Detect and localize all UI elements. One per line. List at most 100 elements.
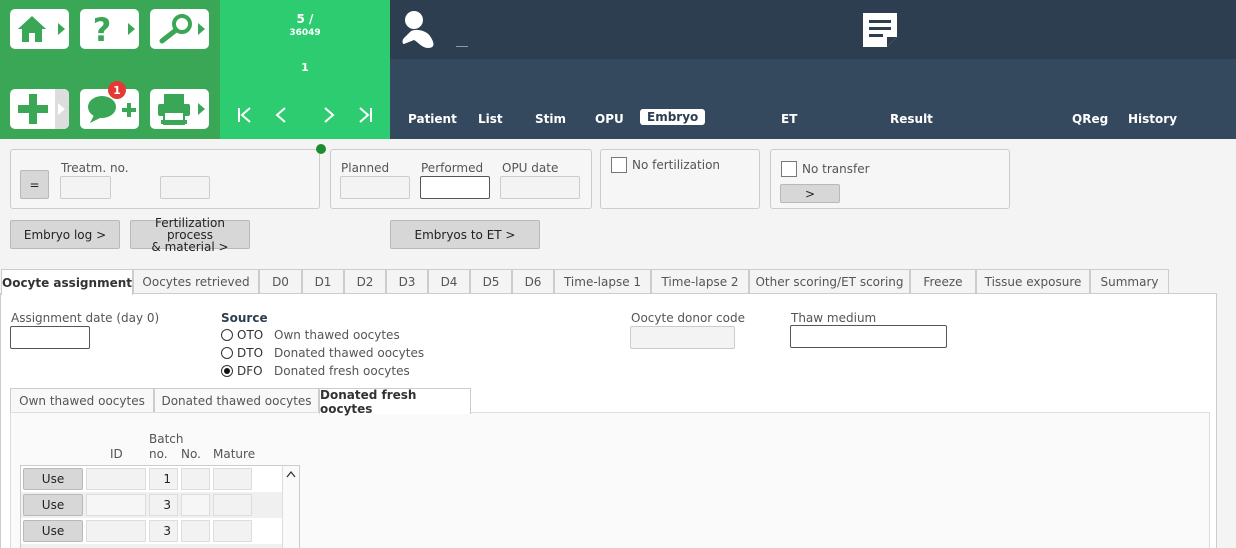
table-scrollbar[interactable] bbox=[282, 466, 299, 548]
source-oto-radio[interactable] bbox=[221, 329, 233, 341]
tab-stim[interactable]: Stim bbox=[535, 112, 566, 126]
scroll-up-icon[interactable] bbox=[286, 470, 296, 478]
performed-label: Performed bbox=[421, 161, 484, 175]
thaw-medium-input[interactable] bbox=[790, 325, 947, 348]
nav-last-button[interactable] bbox=[357, 106, 373, 124]
add-button[interactable] bbox=[10, 89, 69, 129]
source-dto-radio[interactable] bbox=[221, 347, 233, 359]
tab-other-scoring[interactable]: Other scoring/ET scoring bbox=[749, 269, 910, 294]
tab-d6[interactable]: D6 bbox=[512, 269, 554, 294]
subtab-own-thawed[interactable]: Own thawed oocytes bbox=[10, 388, 154, 413]
row-batch[interactable]: 3 bbox=[149, 520, 178, 542]
row-id[interactable] bbox=[86, 494, 146, 516]
nav-next-button[interactable] bbox=[322, 106, 336, 124]
opu-date-label: OPU date bbox=[502, 161, 559, 175]
row-id[interactable] bbox=[86, 520, 146, 542]
tab-time-lapse-2[interactable]: Time-lapse 2 bbox=[651, 269, 749, 294]
row-no[interactable] bbox=[181, 494, 210, 516]
tab-d0[interactable]: D0 bbox=[259, 269, 302, 294]
embryos-to-et-button[interactable]: Embryos to ET > bbox=[390, 220, 540, 249]
subtab-donated-thawed[interactable]: Donated thawed oocytes bbox=[154, 388, 319, 413]
fert-btn-line2: & material > bbox=[151, 239, 229, 254]
source-oto-code: OTO bbox=[237, 328, 264, 342]
tab-patient[interactable]: Patient bbox=[408, 112, 457, 126]
home-button[interactable] bbox=[10, 9, 69, 49]
tab-tissue-exposure[interactable]: Tissue exposure bbox=[976, 269, 1090, 294]
opu-date-input[interactable] bbox=[500, 176, 580, 199]
no-transfer-button[interactable]: > bbox=[780, 184, 840, 203]
tab-d3[interactable]: D3 bbox=[386, 269, 428, 294]
tab-d5[interactable]: D5 bbox=[470, 269, 512, 294]
baby-icon bbox=[402, 11, 434, 48]
search-button[interactable] bbox=[150, 9, 209, 49]
source-label: Source bbox=[221, 311, 268, 325]
no-transfer-label: No transfer bbox=[802, 162, 870, 176]
source-dfo-radio[interactable] bbox=[221, 365, 233, 377]
tab-history[interactable]: History bbox=[1128, 112, 1177, 126]
embryo-log-button[interactable]: Embryo log > bbox=[10, 220, 120, 249]
tab-oocytes-retrieved[interactable]: Oocytes retrieved bbox=[133, 269, 259, 294]
row-batch[interactable]: 1 bbox=[149, 468, 178, 490]
tab-embryo[interactable]: Embryo bbox=[640, 109, 706, 125]
tab-time-lapse-1[interactable]: Time-lapse 1 bbox=[554, 269, 651, 294]
fertilization-process-button[interactable]: Fertilization process & material > bbox=[130, 217, 250, 253]
row-id[interactable] bbox=[86, 468, 146, 490]
source-oto-desc: Own thawed oocytes bbox=[274, 328, 400, 342]
use-button[interactable]: Use bbox=[23, 494, 83, 516]
source-dfo-code: DFO bbox=[237, 364, 263, 378]
header-top-bar bbox=[390, 0, 1236, 59]
row-no[interactable] bbox=[181, 468, 210, 490]
row-mature[interactable] bbox=[213, 468, 252, 490]
row-mature[interactable] bbox=[213, 520, 252, 542]
home-icon bbox=[18, 16, 46, 42]
tab-qreg[interactable]: QReg bbox=[1072, 112, 1108, 126]
source-dto-desc: Donated thawed oocytes bbox=[274, 346, 425, 360]
tab-summary[interactable]: Summary bbox=[1090, 269, 1169, 294]
row-mature[interactable] bbox=[213, 494, 252, 516]
donor-code-label: Oocyte donor code bbox=[631, 311, 745, 325]
col-id: ID bbox=[110, 447, 123, 461]
treatm-no-input[interactable] bbox=[60, 176, 111, 199]
tab-opu[interactable]: OPU bbox=[595, 112, 624, 126]
tab-freeze[interactable]: Freeze bbox=[910, 269, 976, 294]
status-dot bbox=[316, 144, 326, 154]
assignment-date-label: Assignment date (day 0) bbox=[11, 311, 160, 325]
treatm-no-input-2[interactable] bbox=[160, 176, 210, 199]
no-transfer-checkbox[interactable] bbox=[781, 161, 797, 177]
tab-list[interactable]: List bbox=[478, 112, 503, 126]
tab-d2[interactable]: D2 bbox=[344, 269, 386, 294]
table-row-partial bbox=[21, 544, 282, 548]
equals-button[interactable]: = bbox=[20, 170, 49, 199]
col-no: No. bbox=[181, 447, 201, 461]
help-button[interactable]: ? bbox=[80, 9, 139, 49]
thaw-medium-label: Thaw medium bbox=[791, 311, 877, 325]
row-no[interactable] bbox=[181, 520, 210, 542]
tab-d4[interactable]: D4 bbox=[428, 269, 470, 294]
note-icon[interactable] bbox=[860, 10, 900, 50]
use-button[interactable]: Use bbox=[23, 468, 83, 490]
print-button[interactable] bbox=[150, 89, 209, 129]
row-batch[interactable]: 3 bbox=[149, 494, 178, 516]
record-counter: 5 / bbox=[296, 12, 314, 26]
header-tab-bar bbox=[390, 59, 1236, 139]
tab-result[interactable]: Result bbox=[890, 112, 933, 126]
plus-icon bbox=[18, 94, 48, 124]
tab-oocyte-assignment[interactable]: Oocyte assignment bbox=[1, 269, 133, 295]
printer-icon bbox=[158, 94, 190, 125]
record-total: 36049 bbox=[289, 28, 321, 38]
no-fertilization-checkbox[interactable] bbox=[611, 157, 627, 173]
assignment-date-input[interactable] bbox=[10, 326, 90, 349]
planned-input[interactable] bbox=[340, 176, 410, 199]
source-dfo-desc: Donated fresh oocytes bbox=[274, 364, 410, 378]
subtab-donated-fresh[interactable]: Donated fresh oocytes bbox=[319, 388, 471, 416]
source-dto-code: DTO bbox=[237, 346, 264, 360]
tab-d1[interactable]: D1 bbox=[302, 269, 344, 294]
donor-code-input[interactable] bbox=[630, 326, 735, 349]
nav-prev-button[interactable] bbox=[274, 106, 288, 124]
planned-label: Planned bbox=[341, 161, 390, 175]
tab-et[interactable]: ET bbox=[781, 112, 797, 126]
use-button[interactable]: Use bbox=[23, 520, 83, 542]
nav-first-button[interactable] bbox=[237, 106, 253, 124]
no-fertilization-label: No fertilization bbox=[632, 158, 721, 172]
performed-input[interactable] bbox=[420, 176, 490, 199]
